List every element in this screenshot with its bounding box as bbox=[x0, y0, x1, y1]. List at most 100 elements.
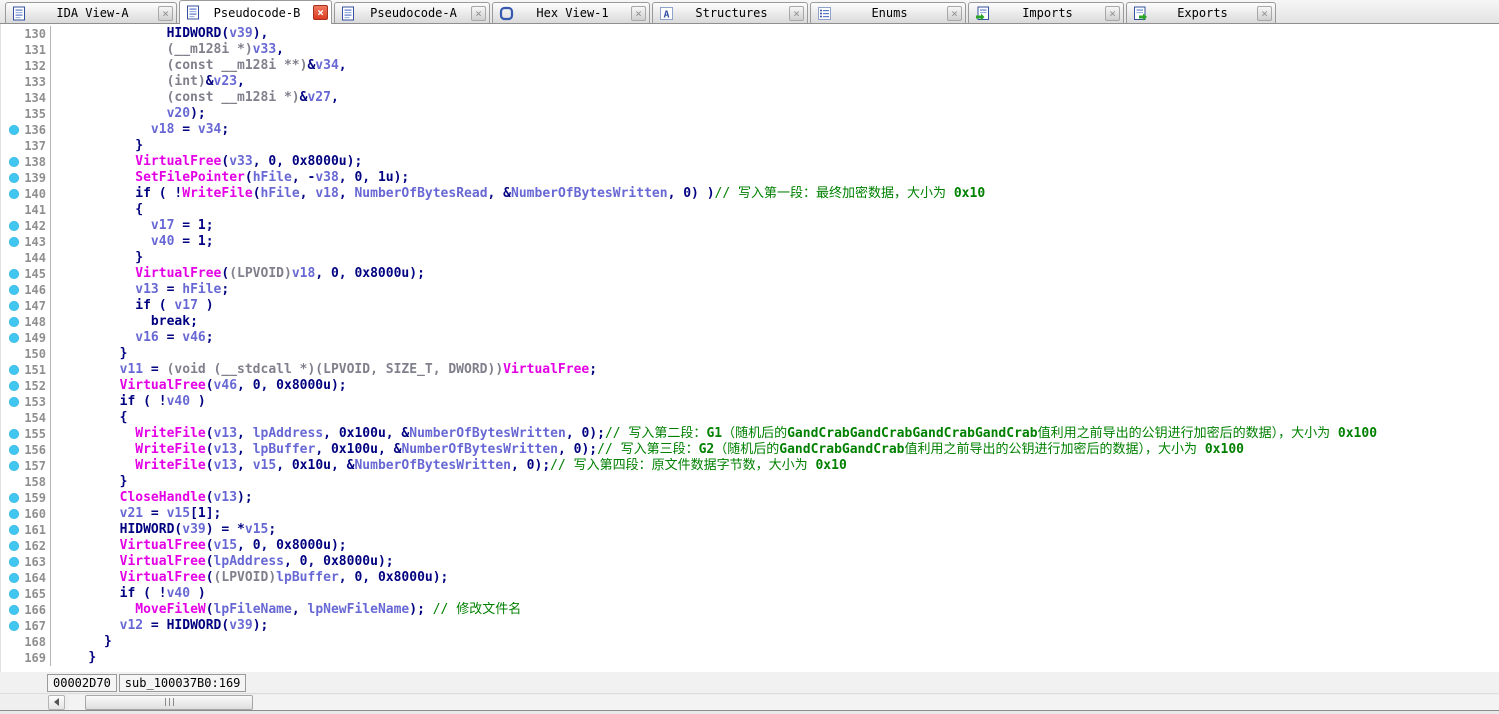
code-text[interactable]: (__m128i *)v33, bbox=[51, 42, 1499, 58]
line-gutter[interactable]: 137 bbox=[1, 138, 51, 154]
code-line[interactable]: 142 v17 = 1; bbox=[1, 218, 1499, 234]
code-line[interactable]: 143 v40 = 1; bbox=[1, 234, 1499, 250]
code-line[interactable]: 156 WriteFile(v13, lpBuffer, 0x100u, &Nu… bbox=[1, 442, 1499, 458]
line-gutter[interactable]: 155 bbox=[1, 426, 51, 442]
code-line[interactable]: 162 VirtualFree(v15, 0, 0x8000u); bbox=[1, 538, 1499, 554]
code-line[interactable]: 154 { bbox=[1, 410, 1499, 426]
line-gutter[interactable]: 160 bbox=[1, 506, 51, 522]
line-gutter[interactable]: 148 bbox=[1, 314, 51, 330]
code-line[interactable]: 138 VirtualFree(v33, 0, 0x8000u); bbox=[1, 154, 1499, 170]
code-line[interactable]: 164 VirtualFree((LPVOID)lpBuffer, 0, 0x8… bbox=[1, 570, 1499, 586]
line-gutter[interactable]: 142 bbox=[1, 218, 51, 234]
code-text[interactable]: VirtualFree((LPVOID)lpBuffer, 0, 0x8000u… bbox=[51, 570, 1499, 586]
breakpoint-dot[interactable] bbox=[1, 461, 21, 471]
code-text[interactable]: v11 = (void (__stdcall *)(LPVOID, SIZE_T… bbox=[51, 362, 1499, 378]
code-text[interactable]: HIDWORD(v39) = *v15; bbox=[51, 522, 1499, 538]
breakpoint-dot[interactable] bbox=[1, 621, 21, 631]
code-text[interactable]: v16 = v46; bbox=[51, 330, 1499, 346]
line-gutter[interactable]: 163 bbox=[1, 554, 51, 570]
code-line[interactable]: 168 } bbox=[1, 634, 1499, 650]
line-gutter[interactable]: 162 bbox=[1, 538, 51, 554]
line-gutter[interactable]: 152 bbox=[1, 378, 51, 394]
line-gutter[interactable]: 150 bbox=[1, 346, 51, 362]
scroll-left-button[interactable] bbox=[48, 694, 65, 710]
code-line[interactable]: 163 VirtualFree(lpAddress, 0, 0x8000u); bbox=[1, 554, 1499, 570]
close-icon[interactable]: × bbox=[789, 5, 804, 21]
breakpoint-dot[interactable] bbox=[1, 285, 21, 295]
line-gutter[interactable]: 168 bbox=[1, 634, 51, 650]
code-line[interactable]: 132 (const __m128i **)&v34, bbox=[1, 58, 1499, 74]
code-text[interactable]: if ( v17 ) bbox=[51, 298, 1499, 314]
code-line[interactable]: 148 break; bbox=[1, 314, 1499, 330]
line-gutter[interactable]: 144 bbox=[1, 250, 51, 266]
breakpoint-dot[interactable] bbox=[1, 381, 21, 391]
code-text[interactable]: WriteFile(v13, lpAddress, 0x100u, &Numbe… bbox=[51, 426, 1499, 442]
line-gutter[interactable]: 140 bbox=[1, 186, 51, 202]
line-gutter[interactable]: 130 bbox=[1, 26, 51, 42]
tab-hex-view-1[interactable]: Hex View-1 × bbox=[492, 2, 650, 23]
tab-pseudocode-a[interactable]: Pseudocode-A × bbox=[334, 2, 490, 23]
scrollbar-track[interactable] bbox=[69, 694, 1499, 710]
close-icon[interactable]: × bbox=[158, 5, 173, 21]
code-text[interactable]: if ( !WriteFile(hFile, v18, NumberOfByte… bbox=[51, 186, 1499, 202]
code-text[interactable]: (const __m128i *)&v27, bbox=[51, 90, 1499, 106]
tab-structures[interactable]: A Structures × bbox=[652, 2, 808, 23]
code-line[interactable]: 150 } bbox=[1, 346, 1499, 362]
line-gutter[interactable]: 157 bbox=[1, 458, 51, 474]
line-gutter[interactable]: 134 bbox=[1, 90, 51, 106]
code-text[interactable]: WriteFile(v13, lpBuffer, 0x100u, &Number… bbox=[51, 442, 1499, 458]
line-gutter[interactable]: 154 bbox=[1, 410, 51, 426]
line-gutter[interactable]: 141 bbox=[1, 202, 51, 218]
code-text[interactable]: VirtualFree(lpAddress, 0, 0x8000u); bbox=[51, 554, 1499, 570]
line-gutter[interactable]: 166 bbox=[1, 602, 51, 618]
breakpoint-dot[interactable] bbox=[1, 589, 21, 599]
line-gutter[interactable]: 151 bbox=[1, 362, 51, 378]
code-line[interactable]: 146 v13 = hFile; bbox=[1, 282, 1499, 298]
code-text[interactable]: SetFilePointer(hFile, -v38, 0, 1u); bbox=[51, 170, 1499, 186]
code-line[interactable]: 134 (const __m128i *)&v27, bbox=[1, 90, 1499, 106]
code-line[interactable]: 136 v18 = v34; bbox=[1, 122, 1499, 138]
code-line[interactable]: 158 } bbox=[1, 474, 1499, 490]
breakpoint-dot[interactable] bbox=[1, 445, 21, 455]
breakpoint-dot[interactable] bbox=[1, 605, 21, 615]
code-text[interactable]: v20); bbox=[51, 106, 1499, 122]
code-text[interactable]: } bbox=[51, 650, 1499, 666]
line-gutter[interactable]: 153 bbox=[1, 394, 51, 410]
code-line[interactable]: 133 (int)&v23, bbox=[1, 74, 1499, 90]
close-icon[interactable]: × bbox=[1257, 5, 1272, 21]
code-line[interactable]: 151 v11 = (void (__stdcall *)(LPVOID, SI… bbox=[1, 362, 1499, 378]
breakpoint-dot[interactable] bbox=[1, 125, 21, 135]
code-text[interactable]: WriteFile(v13, v15, 0x10u, &NumberOfByte… bbox=[51, 458, 1499, 474]
code-line[interactable]: 141 { bbox=[1, 202, 1499, 218]
code-text[interactable]: } bbox=[51, 346, 1499, 362]
code-text[interactable]: (int)&v23, bbox=[51, 74, 1499, 90]
code-line[interactable]: 167 v12 = HIDWORD(v39); bbox=[1, 618, 1499, 634]
line-gutter[interactable]: 156 bbox=[1, 442, 51, 458]
horizontal-scrollbar[interactable] bbox=[0, 693, 1499, 710]
code-line[interactable]: 139 SetFilePointer(hFile, -v38, 0, 1u); bbox=[1, 170, 1499, 186]
line-gutter[interactable]: 132 bbox=[1, 58, 51, 74]
code-line[interactable]: 165 if ( !v40 ) bbox=[1, 586, 1499, 602]
code-line[interactable]: 159 CloseHandle(v13); bbox=[1, 490, 1499, 506]
code-text[interactable]: if ( !v40 ) bbox=[51, 394, 1499, 410]
line-gutter[interactable]: 158 bbox=[1, 474, 51, 490]
breakpoint-dot[interactable] bbox=[1, 557, 21, 567]
line-gutter[interactable]: 161 bbox=[1, 522, 51, 538]
code-text[interactable]: MoveFileW(lpFileName, lpNewFileName); //… bbox=[51, 602, 1499, 618]
close-icon[interactable]: × bbox=[631, 5, 646, 21]
code-line[interactable]: 155 WriteFile(v13, lpAddress, 0x100u, &N… bbox=[1, 426, 1499, 442]
code-text[interactable]: v18 = v34; bbox=[51, 122, 1499, 138]
breakpoint-dot[interactable] bbox=[1, 397, 21, 407]
code-line[interactable]: 144 } bbox=[1, 250, 1499, 266]
close-icon[interactable]: × bbox=[947, 5, 962, 21]
code-text[interactable]: break; bbox=[51, 314, 1499, 330]
code-line[interactable]: 130 HIDWORD(v39), bbox=[1, 26, 1499, 42]
tab-pseudocode-b[interactable]: Pseudocode-B × bbox=[179, 0, 332, 24]
breakpoint-dot[interactable] bbox=[1, 333, 21, 343]
line-gutter[interactable]: 165 bbox=[1, 586, 51, 602]
line-gutter[interactable]: 135 bbox=[1, 106, 51, 122]
line-gutter[interactable]: 136 bbox=[1, 122, 51, 138]
breakpoint-dot[interactable] bbox=[1, 317, 21, 327]
code-text[interactable]: v40 = 1; bbox=[51, 234, 1499, 250]
code-text[interactable]: { bbox=[51, 410, 1499, 426]
